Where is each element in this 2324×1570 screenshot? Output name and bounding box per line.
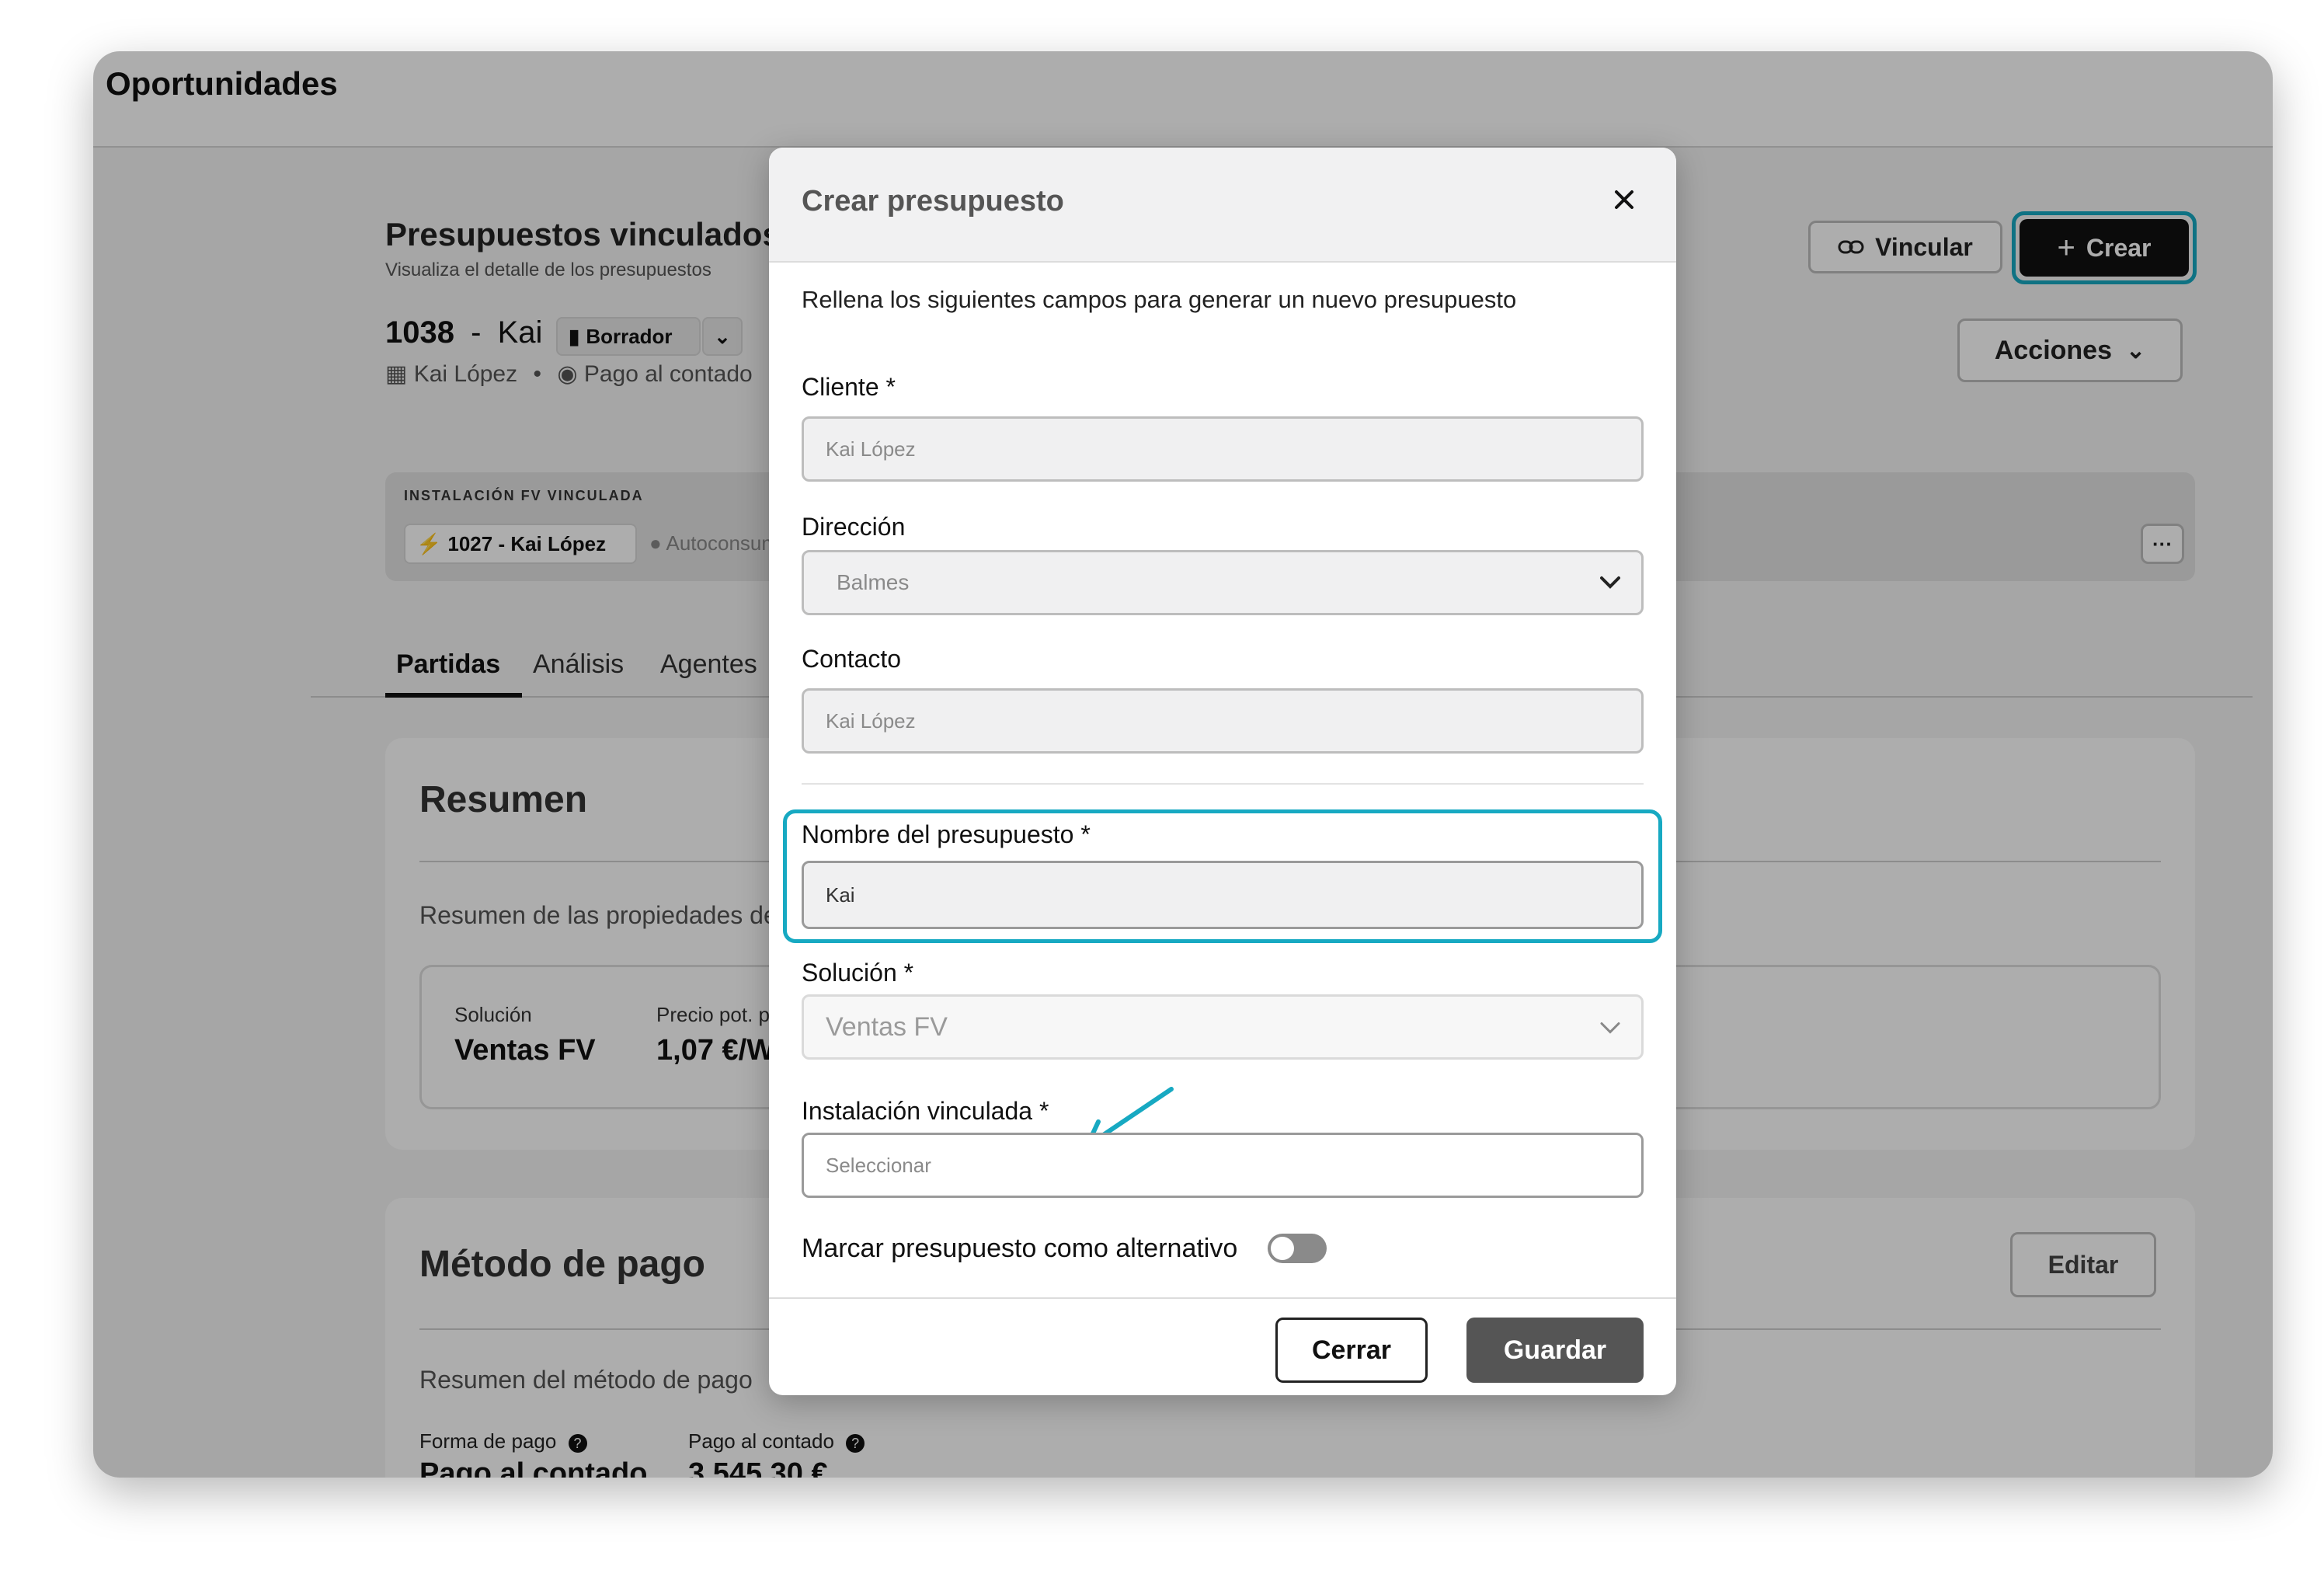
nombre-input[interactable]: Kai bbox=[802, 861, 1644, 929]
guardar-button[interactable]: Guardar bbox=[1466, 1318, 1644, 1383]
modal-intro: Rellena los siguientes campos para gener… bbox=[802, 286, 1517, 313]
cliente-label: Cliente * bbox=[802, 373, 896, 401]
instalacion-placeholder: Seleccionar bbox=[826, 1153, 931, 1177]
alternativo-label: Marcar presupuesto como alternativo bbox=[802, 1234, 1238, 1263]
contacto-field[interactable]: Kai López bbox=[802, 688, 1644, 754]
modal-title: Crear presupuesto bbox=[802, 185, 1064, 218]
direccion-select[interactable]: Balmes bbox=[802, 550, 1644, 615]
direccion-label: Dirección bbox=[802, 513, 906, 541]
toggle-knob bbox=[1271, 1237, 1294, 1260]
cerrar-button[interactable]: Cerrar bbox=[1275, 1318, 1428, 1383]
modal-divider bbox=[802, 783, 1644, 785]
modal-footer-divider bbox=[769, 1297, 1676, 1299]
instalacion-select[interactable]: Seleccionar bbox=[802, 1133, 1644, 1198]
chevron-down-icon bbox=[1599, 570, 1621, 595]
close-icon[interactable] bbox=[1606, 182, 1642, 218]
contacto-label: Contacto bbox=[802, 645, 902, 673]
nombre-label: Nombre del presupuesto * bbox=[802, 820, 1091, 848]
direccion-value: Balmes bbox=[837, 570, 910, 594]
solucion-label: Solución * bbox=[802, 959, 914, 987]
cliente-field[interactable]: Kai López bbox=[802, 416, 1644, 482]
modal-header: Crear presupuesto bbox=[769, 148, 1676, 263]
app-window: Oportunidades Presupuestos vinculados Vi… bbox=[93, 51, 2273, 1478]
crear-presupuesto-modal: Crear presupuesto Rellena los siguientes… bbox=[769, 148, 1676, 1395]
solucion-value: Ventas FV bbox=[826, 1011, 948, 1042]
alternativo-toggle[interactable] bbox=[1268, 1234, 1327, 1263]
solucion-select[interactable]: Ventas FV bbox=[802, 994, 1644, 1060]
chevron-down-icon bbox=[1599, 1012, 1621, 1043]
instalacion-label: Instalación vinculada * bbox=[802, 1097, 1049, 1125]
